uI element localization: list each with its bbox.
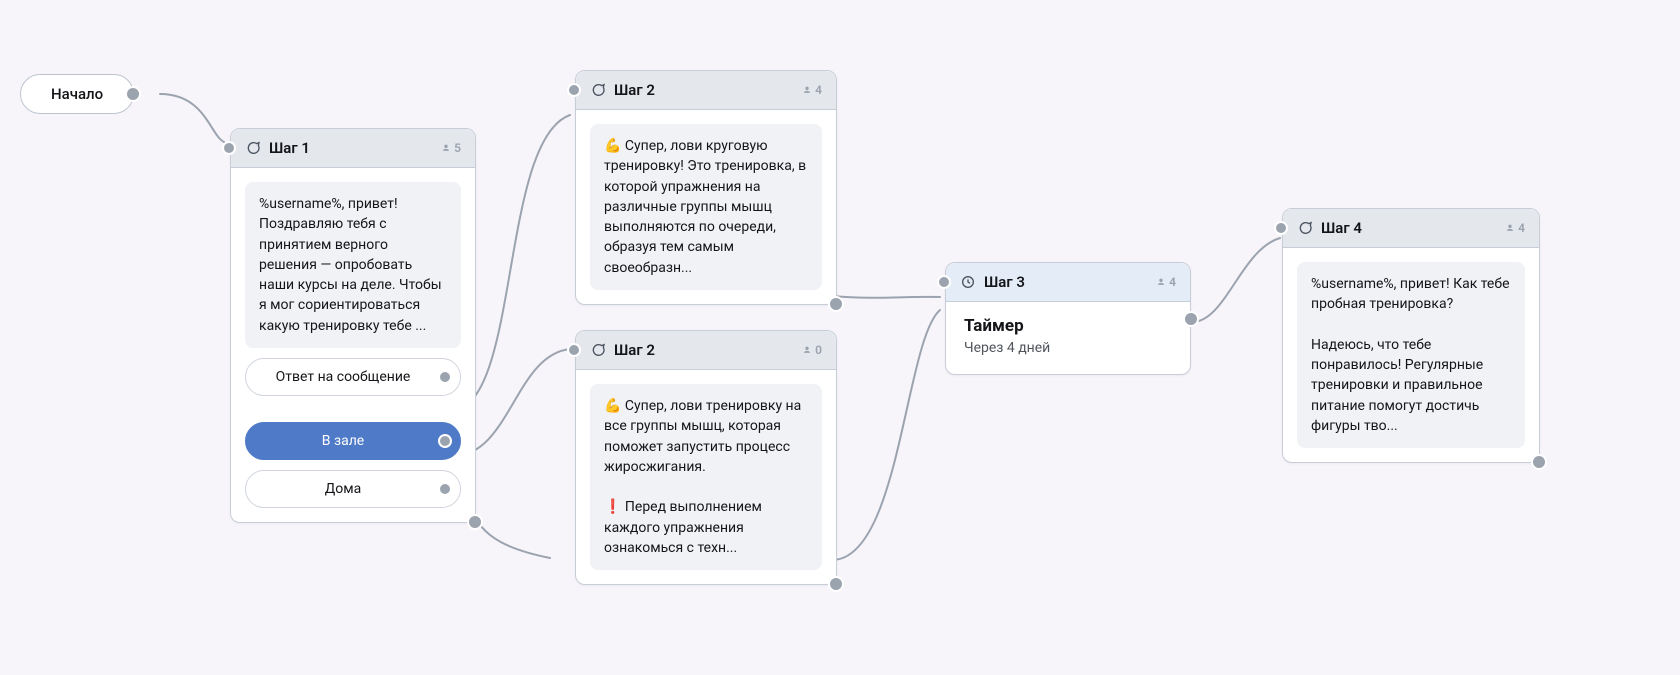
card-header: Шаг 4 4 xyxy=(1283,209,1539,248)
user-count-value: 4 xyxy=(815,83,822,97)
card-step3-timer[interactable]: Шаг 3 4 Таймер Через 4 дней xyxy=(945,262,1191,375)
user-count: 0 xyxy=(802,343,822,357)
clock-icon xyxy=(960,274,976,290)
flow-handle[interactable] xyxy=(567,343,581,357)
option-label: В зале xyxy=(322,433,364,449)
option-label: Ответ на сообщение xyxy=(276,369,411,385)
message-icon xyxy=(245,140,261,156)
message-preview: %username%, привет! Как тебе пробная тре… xyxy=(1297,262,1525,448)
flow-handle[interactable] xyxy=(1531,454,1547,470)
flow-handle[interactable] xyxy=(1274,221,1288,235)
user-count: 4 xyxy=(802,83,822,97)
card-title: Шаг 2 xyxy=(614,341,794,359)
card-step2a[interactable]: Шаг 2 4 💪 Супер, лови круговую тренировк… xyxy=(575,70,837,305)
user-count-value: 0 xyxy=(815,343,822,357)
user-count: 4 xyxy=(1505,221,1525,235)
user-icon xyxy=(1505,222,1515,234)
message-preview: 💪 Супер, лови тренировку на все группы м… xyxy=(590,384,822,570)
card-step4[interactable]: Шаг 4 4 %username%, привет! Как тебе про… xyxy=(1282,208,1540,463)
message-icon xyxy=(1297,220,1313,236)
card-step2b[interactable]: Шаг 2 0 💪 Супер, лови тренировку на все … xyxy=(575,330,837,585)
flow-handle[interactable] xyxy=(828,576,844,592)
option-home[interactable]: Дома xyxy=(245,470,461,508)
user-count-value: 5 xyxy=(454,141,461,155)
user-icon xyxy=(441,142,451,154)
card-title: Шаг 4 xyxy=(1321,219,1497,237)
user-icon xyxy=(802,84,812,96)
flow-handle[interactable] xyxy=(1183,311,1199,327)
flow-canvas[interactable]: Начало Шаг 1 5 %username%, привет! Поздр… xyxy=(0,0,1680,675)
user-icon xyxy=(802,344,812,356)
flow-handle[interactable] xyxy=(567,83,581,97)
card-title: Шаг 3 xyxy=(984,273,1148,291)
start-node[interactable]: Начало xyxy=(20,74,134,114)
flow-handle[interactable] xyxy=(828,296,844,312)
card-step1[interactable]: Шаг 1 5 %username%, привет! Поздравляю т… xyxy=(230,128,476,523)
flow-handle[interactable] xyxy=(222,141,236,155)
card-title: Шаг 1 xyxy=(269,139,433,157)
user-icon xyxy=(1156,276,1166,288)
user-count-value: 4 xyxy=(1518,221,1525,235)
flow-handle[interactable] xyxy=(125,86,141,102)
option-reply[interactable]: Ответ на сообщение xyxy=(245,358,461,396)
message-icon xyxy=(590,342,606,358)
flow-handle[interactable] xyxy=(438,370,452,384)
user-count: 5 xyxy=(441,141,461,155)
flow-handle[interactable] xyxy=(937,275,951,289)
flow-handle[interactable] xyxy=(438,482,452,496)
option-label: Дома xyxy=(325,481,362,497)
message-preview: 💪 Супер, лови круговую тренировку! Это т… xyxy=(590,124,822,290)
card-title: Шаг 2 xyxy=(614,81,794,99)
message-icon xyxy=(590,82,606,98)
card-header: Шаг 2 0 xyxy=(576,331,836,370)
card-header: Шаг 2 4 xyxy=(576,71,836,110)
timer-subtitle: Через 4 дней xyxy=(964,340,1172,356)
card-header: Шаг 3 4 xyxy=(946,263,1190,302)
user-count: 4 xyxy=(1156,275,1176,289)
start-label: Начало xyxy=(51,85,103,103)
timer-title: Таймер xyxy=(964,316,1172,336)
message-preview: %username%, привет! Поздравляю тебя с пр… xyxy=(245,182,461,348)
card-header: Шаг 1 5 xyxy=(231,129,475,168)
flow-handle[interactable] xyxy=(438,434,452,448)
flow-handle[interactable] xyxy=(467,514,483,530)
option-gym[interactable]: В зале xyxy=(245,422,461,460)
user-count-value: 4 xyxy=(1169,275,1176,289)
